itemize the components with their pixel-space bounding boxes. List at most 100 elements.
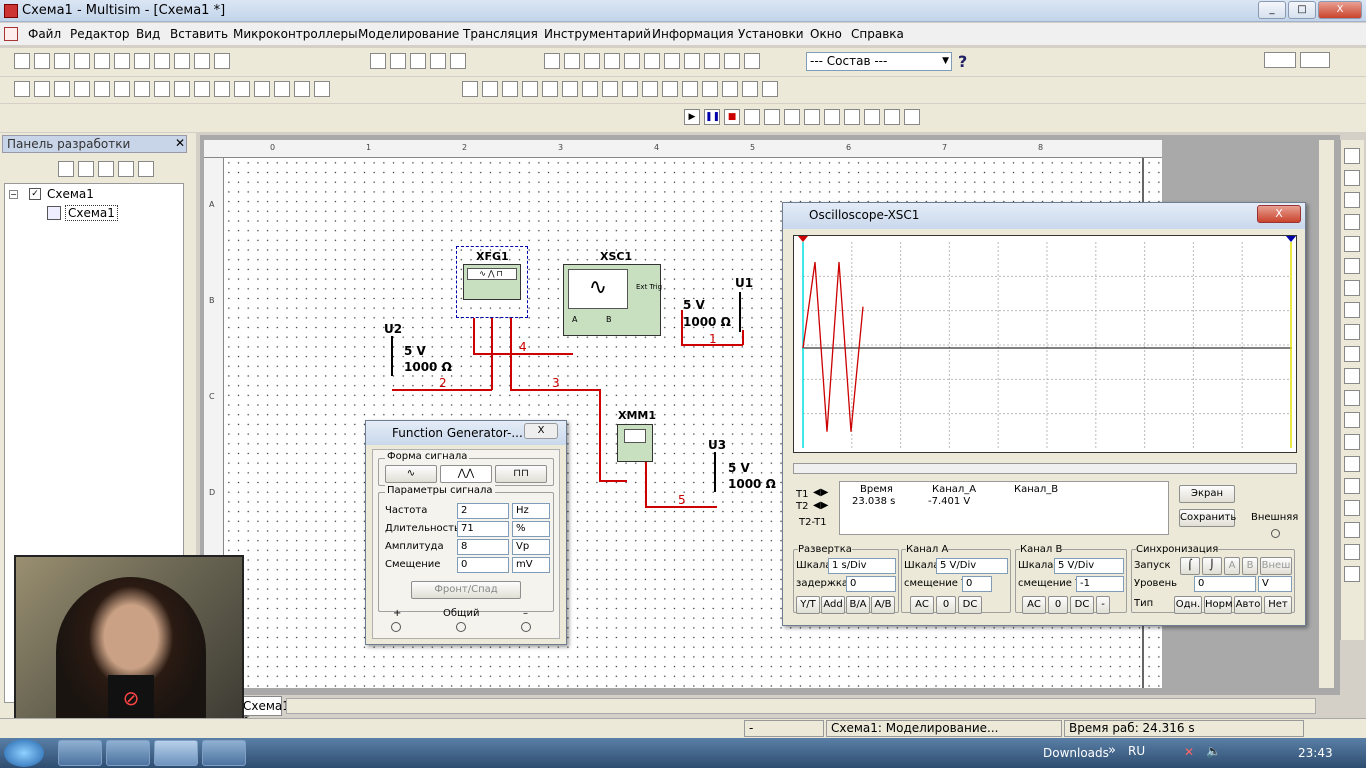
counter-icon[interactable]: [582, 81, 598, 97]
mcu-icon[interactable]: [274, 81, 290, 97]
rising-edge-button[interactable]: ⌠: [1180, 557, 1200, 575]
fg-close-button[interactable]: X: [524, 423, 558, 439]
iv-icon[interactable]: [662, 81, 678, 97]
component-select[interactable]: --- Состав --- ▼: [806, 52, 952, 71]
run-to-cursor-icon[interactable]: [844, 109, 860, 125]
database-icon[interactable]: [584, 53, 600, 69]
backannotate-icon[interactable]: [704, 53, 720, 69]
menu-transfer[interactable]: Трансляция: [463, 27, 538, 41]
sheet-tab[interactable]: Схема1 *: [238, 696, 290, 727]
wire-net-5[interactable]: [645, 462, 647, 507]
osc-hscrollbar[interactable]: [793, 463, 1297, 474]
zoom-area-icon[interactable]: [430, 53, 446, 69]
cha-scale-input[interactable]: 5 V/Div: [936, 558, 1008, 574]
tree-root[interactable]: Схема1: [47, 187, 94, 201]
create-component-icon[interactable]: [604, 53, 620, 69]
t1-arrows-icon[interactable]: ◀▶: [813, 487, 828, 498]
duty-unit[interactable]: %: [512, 521, 550, 537]
start-button[interactable]: [4, 739, 44, 767]
cha-dc-button[interactable]: DC: [958, 596, 982, 614]
instrument-icon[interactable]: [1344, 346, 1360, 362]
oscilloscope-symbol[interactable]: ∿ Ext Trig A B: [563, 264, 662, 336]
undo-icon[interactable]: [194, 53, 210, 69]
rf-icon[interactable]: [234, 81, 250, 97]
spreadsheet-icon[interactable]: [564, 53, 580, 69]
step-out-icon[interactable]: [824, 109, 840, 125]
firefox-taskbar-button[interactable]: [58, 740, 102, 766]
run-icon[interactable]: ▶: [684, 109, 700, 125]
open-icon[interactable]: [34, 53, 50, 69]
close-design-icon[interactable]: [118, 161, 134, 177]
duty-input[interactable]: 71: [457, 521, 509, 537]
basic-icon[interactable]: [34, 81, 50, 97]
new-icon[interactable]: [14, 53, 30, 69]
single-button[interactable]: Одн.: [1174, 596, 1202, 614]
zoom-out-icon[interactable]: [410, 53, 426, 69]
t2-arrows-icon[interactable]: ◀▶: [813, 500, 828, 511]
trig-src-a-button[interactable]: A: [1224, 557, 1240, 575]
add-button[interactable]: Add: [821, 596, 845, 614]
cha-ac-button[interactable]: AC: [910, 596, 934, 614]
probe2-icon[interactable]: [904, 109, 920, 125]
menu-help[interactable]: Справка: [851, 27, 904, 41]
falling-edge-button[interactable]: ⌡: [1202, 557, 1222, 575]
multimeter-symbol[interactable]: [617, 424, 653, 462]
instrument-icon[interactable]: [1344, 390, 1360, 406]
spectrum-icon[interactable]: [702, 81, 718, 97]
amplitude-unit[interactable]: Vp: [512, 539, 550, 555]
instrument-icon[interactable]: [1344, 500, 1360, 516]
distortion-icon[interactable]: [682, 81, 698, 97]
misc-digital-icon[interactable]: [154, 81, 170, 97]
amplitude-input[interactable]: 8: [457, 539, 509, 555]
redo-icon[interactable]: [214, 53, 230, 69]
cut-icon[interactable]: [134, 53, 150, 69]
close-icon[interactable]: ✕: [175, 136, 185, 150]
hier-block-icon[interactable]: [294, 81, 310, 97]
offset-unit[interactable]: mV: [512, 557, 550, 573]
diode-icon[interactable]: [54, 81, 70, 97]
tree-child[interactable]: Схема1: [65, 205, 118, 221]
fullscreen-icon[interactable]: [370, 53, 386, 69]
u1-resistor[interactable]: [739, 292, 749, 332]
none-button[interactable]: Нет: [1264, 596, 1292, 614]
new-design-icon[interactable]: [58, 161, 74, 177]
maximize-button[interactable]: □: [1288, 1, 1316, 19]
erc-icon[interactable]: [664, 53, 680, 69]
rise-fall-button[interactable]: Фронт/Спад: [411, 581, 521, 599]
function-gen-icon[interactable]: [482, 81, 498, 97]
menu-edit[interactable]: Редактор: [70, 27, 129, 41]
instrument-icon[interactable]: [1344, 544, 1360, 560]
network-icon[interactable]: [722, 81, 738, 97]
word-taskbar-button[interactable]: [202, 740, 246, 766]
chb-dc-button[interactable]: DC: [1070, 596, 1094, 614]
word-gen-icon[interactable]: [602, 81, 618, 97]
trig-src-b-button[interactable]: B: [1242, 557, 1258, 575]
help-button[interactable]: ?: [958, 52, 967, 71]
open-design-icon[interactable]: [78, 161, 94, 177]
instrument-icon[interactable]: [1344, 368, 1360, 384]
instrument-icon[interactable]: [1344, 434, 1360, 450]
chb-minus-button[interactable]: -: [1096, 596, 1110, 614]
bus-icon[interactable]: [314, 81, 330, 97]
function-generator-symbol[interactable]: ∿⋀⊓: [463, 264, 521, 300]
ext-terminal-icon[interactable]: [1271, 529, 1280, 538]
osc4-icon[interactable]: [542, 81, 558, 97]
probe-icon[interactable]: [884, 109, 900, 125]
u3-resistor[interactable]: [714, 452, 724, 492]
instrument-icon[interactable]: [1344, 324, 1360, 340]
save-design-icon[interactable]: [98, 161, 114, 177]
menu-window[interactable]: Окно: [810, 27, 842, 41]
cmos-icon[interactable]: [134, 81, 150, 97]
area-icon[interactable]: [684, 53, 700, 69]
instrument-icon[interactable]: [1344, 192, 1360, 208]
zoom-fit-icon[interactable]: [450, 53, 466, 69]
menu-options[interactable]: Установки: [738, 27, 804, 41]
grapher-icon[interactable]: [624, 53, 640, 69]
logic-converter-icon[interactable]: [642, 81, 658, 97]
menu-view[interactable]: Вид: [136, 27, 160, 41]
sine-wave-button[interactable]: ∿: [385, 465, 437, 483]
wire-net-3[interactable]: [599, 480, 627, 482]
electromech-icon[interactable]: [254, 81, 270, 97]
downloads-label[interactable]: Downloads: [1043, 746, 1109, 760]
multimeter-icon[interactable]: [462, 81, 478, 97]
